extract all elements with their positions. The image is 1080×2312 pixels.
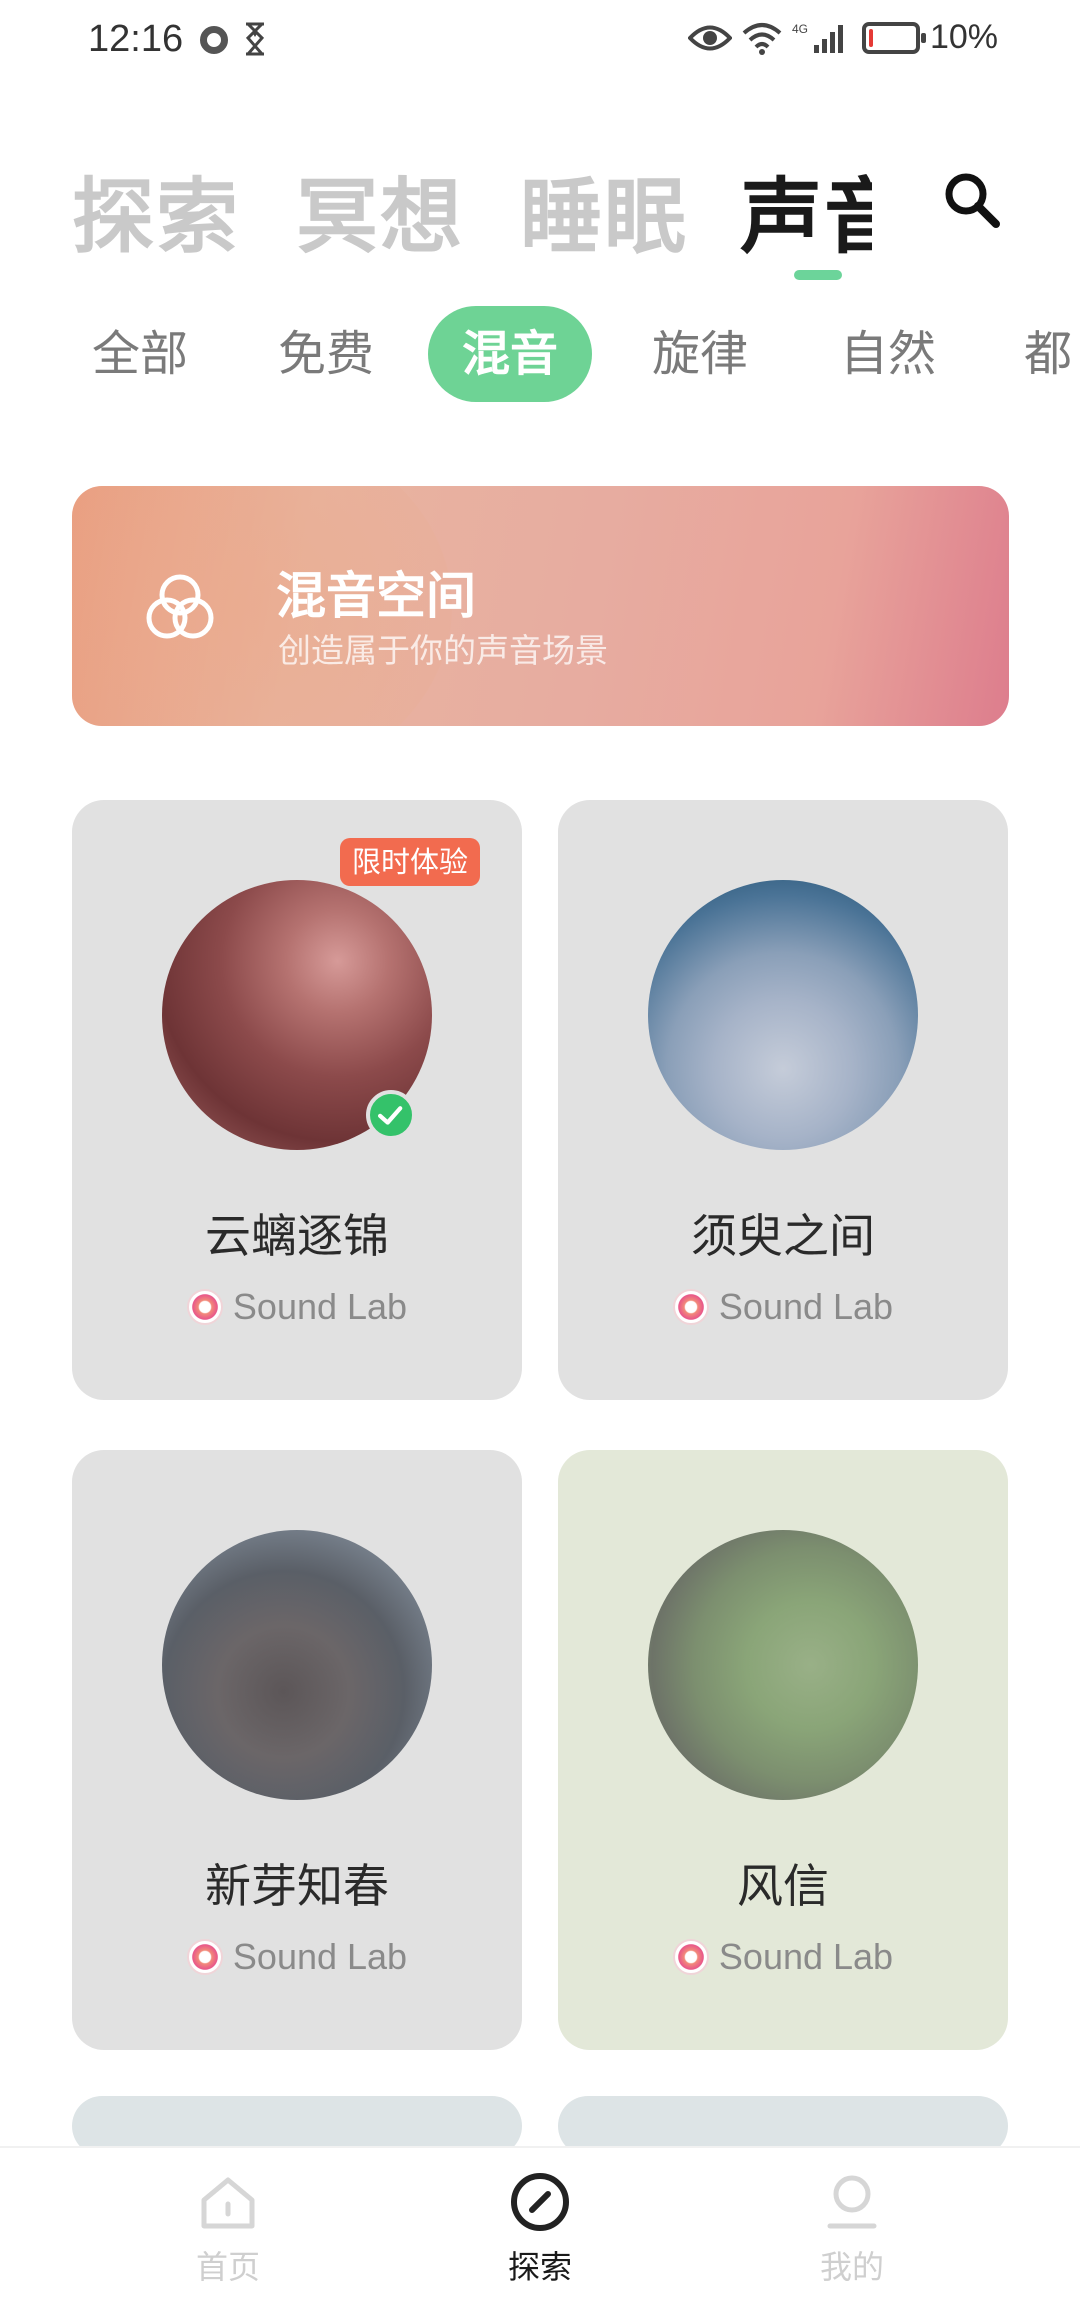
sound-card[interactable]: 须臾之间 Sound Lab (558, 800, 1008, 1400)
card-source: Sound Lab (72, 1936, 522, 1978)
battery-icon (861, 21, 926, 54)
network-type-label: 4G (792, 22, 808, 36)
nav-profile[interactable]: 我的 (752, 2170, 952, 2288)
top-tabs: 探索 冥想 睡眠 声音 (72, 150, 872, 260)
status-ring-icon (200, 26, 228, 54)
banner-title: 混音空间 (276, 567, 476, 625)
card-title: 新芽知春 (205, 1859, 389, 1913)
bottom-nav: 首页 探索 我的 (0, 2146, 1080, 2312)
sound-lab-logo-icon (186, 1939, 223, 1975)
status-time: 12:16 (88, 18, 184, 60)
chip-free[interactable]: 免费 (278, 306, 374, 402)
limited-trial-badge: 限时体验 (340, 838, 481, 886)
card-artwork (162, 1530, 432, 1800)
wifi-icon (742, 22, 782, 55)
card-title: 须臾之间 (691, 1209, 875, 1263)
active-tab-indicator (794, 270, 842, 280)
card-title: 云螭逐锦 (205, 1209, 389, 1263)
status-indicators: 4G 10% (687, 18, 998, 57)
sound-lab-logo-icon (672, 1939, 709, 1975)
category-chips: 全部 免费 混音 旋律 自然 都市 (0, 300, 1080, 410)
eye-icon (687, 25, 732, 50)
profile-icon (827, 2175, 877, 2229)
sound-lab-logo-icon (186, 1289, 223, 1325)
chip-mix[interactable]: 混音 (428, 306, 593, 402)
sound-lab-logo-icon (672, 1289, 709, 1325)
battery-level-fill (868, 28, 873, 47)
nav-profile-label: 我的 (819, 2248, 884, 2286)
card-title: 风信 (737, 1859, 829, 1913)
battery-percent: 10% (929, 18, 998, 56)
sound-card[interactable]: 新芽知春 Sound Lab (72, 1450, 522, 2050)
nav-explore-label: 探索 (507, 2248, 572, 2286)
check-icon (366, 1090, 416, 1140)
mix-space-banner[interactable]: 混音空间 创造属于你的声音场景 (72, 486, 1009, 726)
home-icon (201, 2177, 255, 2229)
tab-sound[interactable]: 声音 (740, 150, 872, 260)
banner-subtitle: 创造属于你的声音场景 (278, 631, 608, 670)
sound-card[interactable]: 风信 Sound Lab (558, 1450, 1008, 2050)
card-artwork (648, 1530, 918, 1800)
search-icon[interactable] (940, 168, 1004, 232)
card-source: Sound Lab (558, 1286, 1008, 1328)
source-label: Sound Lab (232, 1936, 408, 1977)
chip-nature[interactable]: 自然 (840, 306, 936, 402)
nav-home-label: 首页 (195, 2248, 260, 2286)
chip-city[interactable]: 都市 (1024, 306, 1080, 402)
hourglass-icon (245, 22, 265, 56)
source-label: Sound Lab (718, 1936, 894, 1977)
cellular-signal-icon: 4G (792, 22, 843, 53)
card-source: Sound Lab (558, 1936, 1008, 1978)
nav-home[interactable]: 首页 (128, 2170, 328, 2288)
tab-sleep[interactable]: 睡眠 (520, 150, 688, 260)
chip-all[interactable]: 全部 (92, 306, 188, 402)
source-label: Sound Lab (718, 1286, 894, 1327)
card-source: Sound Lab (72, 1286, 522, 1328)
sound-card[interactable]: 限时体验 云螭逐锦 Sound Lab (72, 800, 522, 1400)
chip-melody[interactable]: 旋律 (652, 306, 748, 402)
source-label: Sound Lab (232, 1286, 408, 1327)
status-bar: 12:16 4G 10% (0, 0, 1080, 84)
card-artwork (648, 880, 918, 1150)
tab-meditation[interactable]: 冥想 (296, 150, 464, 260)
mix-circles-icon (146, 574, 214, 639)
nav-explore[interactable]: 探索 (440, 2170, 640, 2288)
tab-explore[interactable]: 探索 (72, 150, 240, 260)
compass-icon (511, 2173, 569, 2231)
